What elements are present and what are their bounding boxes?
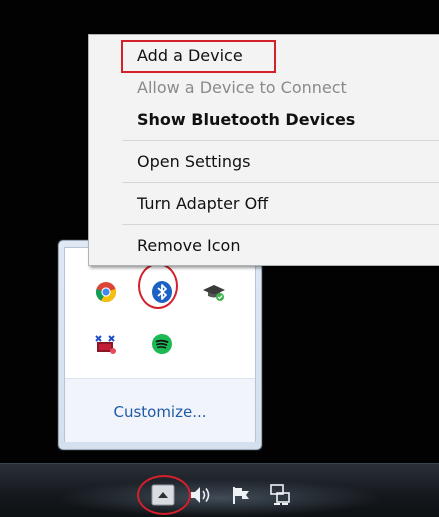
add-device-highlight-box (121, 40, 276, 73)
action-center-flag-icon[interactable] (229, 484, 253, 506)
menu-item-remove-icon[interactable]: Remove Icon (89, 231, 439, 261)
taskbar-glow (55, 479, 385, 517)
bluetooth-highlight-circle (138, 263, 178, 309)
graduation-cap-icon[interactable] (200, 278, 228, 306)
taskbar (0, 463, 439, 517)
chrome-icon[interactable] (92, 278, 120, 306)
menu-item-turn-adapter-off[interactable]: Turn Adapter Off (89, 189, 439, 219)
menu-item-allow-device-connect: Allow a Device to Connect (137, 78, 347, 97)
customize-link[interactable]: Customize... (65, 403, 255, 421)
spotify-icon[interactable] (148, 330, 176, 358)
customize-area: Customize... (65, 378, 255, 442)
menu-item-open-settings[interactable]: Open Settings (89, 147, 439, 177)
menu-item-show-bluetooth-devices[interactable]: Show Bluetooth Devices (89, 105, 439, 135)
network-icon[interactable] (267, 482, 293, 508)
volume-icon[interactable] (188, 484, 214, 506)
menu-separator (122, 224, 439, 225)
menu-separator (122, 140, 439, 141)
network-alert-icon[interactable] (92, 330, 120, 358)
show-hidden-icons-highlight-circle (137, 475, 191, 515)
menu-separator (122, 182, 439, 183)
